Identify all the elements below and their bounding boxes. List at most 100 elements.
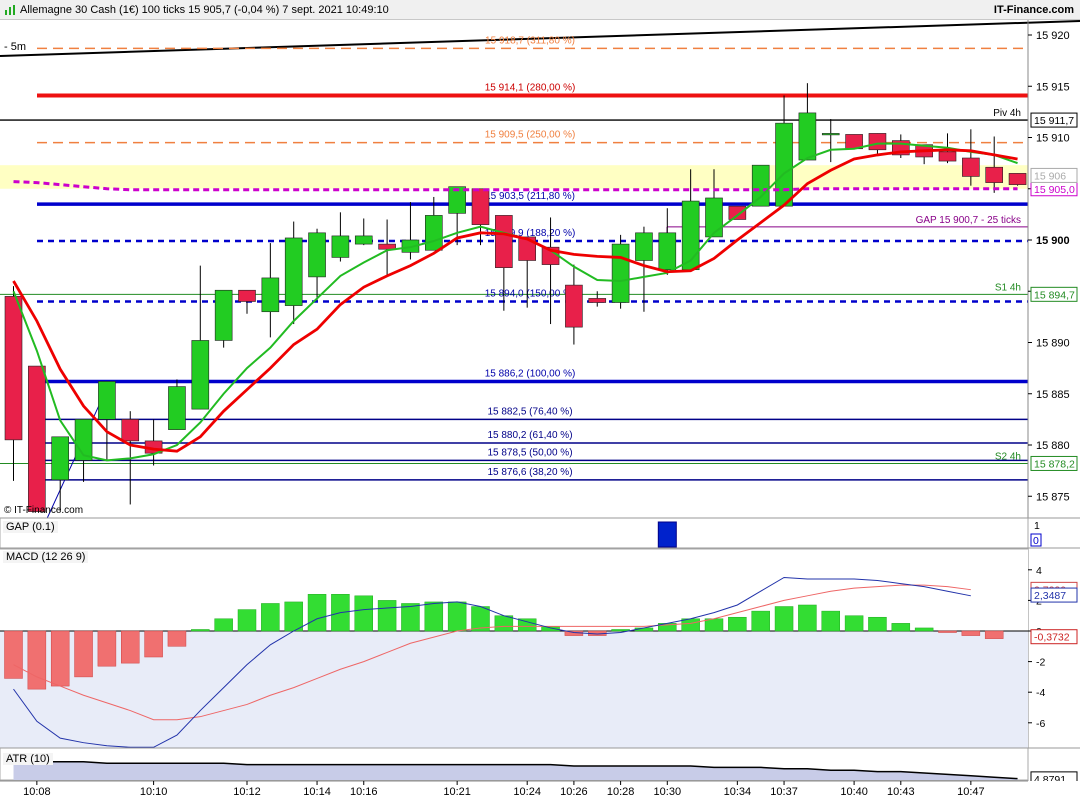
macd-histogram-bar	[401, 603, 420, 632]
toolbar-item-sma-9[interactable]: SMA (9)	[139, 21, 202, 38]
x-tick-label: 10:12	[233, 786, 261, 798]
y-tick-label: 15 905	[1036, 184, 1070, 196]
candle-body	[284, 237, 303, 306]
macd-histogram-bar	[4, 630, 23, 679]
candle-body	[448, 186, 466, 214]
macd-histogram-bar	[704, 618, 724, 632]
toolbar-item-vwap-journalier[interactable]: VWAP (Journalier)	[318, 21, 432, 38]
macd-histogram-bar	[634, 627, 654, 632]
macd-histogram-bar	[541, 626, 560, 632]
candle-body	[495, 215, 513, 268]
macd-value-label: 2,7220	[1034, 584, 1066, 596]
pivot-value-tag	[1030, 286, 1078, 302]
macd-histogram-bar	[961, 630, 981, 636]
fibo-level-label: 15 886,2 (100,00 %)	[485, 368, 576, 379]
y-tick-label: 15 880	[1036, 440, 1070, 452]
toolbar-item-sma-8[interactable]: SMA (8)	[77, 21, 140, 38]
bull-candle	[214, 289, 233, 348]
color-swatch-icon	[142, 25, 152, 34]
x-tick-label: 10:28	[607, 786, 635, 798]
candle-body	[728, 205, 747, 220]
candle-body	[1008, 173, 1027, 185]
pivot-label: S2 4h	[995, 451, 1021, 462]
gap-value-label: 0	[1033, 535, 1039, 547]
x-tick-label: 10:16	[350, 786, 378, 798]
gap-value-tag	[1030, 533, 1042, 547]
color-swatch-icon	[80, 25, 90, 34]
gap-panel-title[interactable]: GAP (0.1)	[3, 521, 58, 533]
candle-body	[845, 134, 863, 150]
bull-candle	[635, 226, 653, 312]
fibo-swing-line	[36, 381, 111, 541]
bull-candle	[74, 419, 93, 482]
macd-panel-title[interactable]: MACD (12 26 9)	[3, 551, 89, 563]
atr-pane	[0, 747, 1029, 781]
chart-title: Allemagne 30 Cash (1€) 100 ticks 15 905,…	[20, 4, 389, 16]
bear-candle	[471, 188, 490, 246]
bear-candle	[868, 133, 887, 156]
color-swatch-icon	[434, 25, 444, 34]
fibo-level-label: 15 870,7 (0,00 %)	[490, 527, 570, 538]
x-tick-label: 10:21	[443, 786, 471, 798]
macd-histogram-bar	[914, 627, 934, 632]
macd-pane	[0, 549, 1028, 748]
chart-logo-icon	[5, 5, 15, 15]
price-chart: Piv 4h S1 4h S2 4h GAP 15 900,7 - 25 ticks 1…	[0, 20, 1080, 800]
toolbar-item-label: SMA (9)	[155, 23, 196, 36]
toolbar-item-label: Zone d'Achat/Vente	[217, 23, 313, 36]
bear-candle	[238, 289, 256, 314]
bear-candle	[938, 133, 957, 164]
bear-candle	[28, 365, 46, 512]
fibo-level-label: 15 876,6 (38,20 %)	[487, 467, 572, 478]
macd-histogram-bar	[471, 606, 490, 632]
toolbar-item-heikin-ashi[interactable]: Heikin-Ashi	[0, 21, 78, 38]
atr-panel-title[interactable]: ATR (10)	[3, 753, 53, 765]
candle-body	[168, 386, 186, 430]
y-tick-label: 15 875	[1036, 491, 1070, 503]
pivot-value-label: 15 878,2	[1034, 458, 1075, 470]
x-tick-label: 10:34	[724, 786, 752, 798]
price-tag	[1030, 174, 1078, 190]
bull-candle	[611, 234, 630, 309]
macd-histogram-bar	[984, 630, 1004, 639]
x-tick-label: 10:37	[770, 786, 798, 798]
candle-body	[308, 232, 326, 278]
macd-histogram-bar	[681, 618, 700, 632]
macd-value-tag	[1030, 581, 1078, 597]
price-tag-label: 15 905,0	[1034, 184, 1075, 196]
candle-body	[751, 164, 770, 207]
y-tick-label: 15 910	[1036, 133, 1070, 145]
macd-histogram-bar	[214, 618, 233, 632]
macd-histogram-bar	[284, 601, 303, 632]
macd-histogram-bar	[121, 630, 140, 664]
price-tag	[1030, 181, 1078, 197]
candle-body	[565, 284, 583, 328]
bear-candle	[985, 136, 1004, 193]
bear-candle	[915, 144, 933, 165]
toolbar-item-points-pivots-4h[interactable]: Points pivots (4h)	[431, 21, 539, 38]
pivot-label: Piv 4h	[993, 108, 1021, 119]
x-tick-label: 10:14	[303, 786, 331, 798]
macd-y-tick-label: 0	[1036, 626, 1042, 638]
x-tick-label: 10:43	[887, 786, 915, 798]
macd-histogram-bar	[237, 609, 257, 632]
macd-value-label: 2,3487	[1034, 590, 1066, 602]
bull-candle	[658, 208, 677, 275]
candle-body	[915, 144, 933, 158]
copyright-label: © IT-Finance.com	[4, 505, 84, 516]
vwap-line	[13, 180, 1018, 192]
timeframe-label[interactable]: - 5m	[4, 41, 26, 53]
macd-histogram-bar	[144, 630, 163, 658]
candle-body	[98, 381, 116, 420]
bull-candle	[401, 202, 420, 260]
fibo-level-label: 15 903,5 (211,80 %)	[485, 191, 575, 202]
bull-candle	[191, 265, 210, 410]
bear-candle	[845, 134, 863, 150]
toolbar-item-label: VWAP (Journalier)	[334, 23, 426, 36]
toolbar-item-zone-d-achat-vente[interactable]: Zone d'Achat/Vente	[201, 21, 319, 38]
y-tick-label: 15 895	[1036, 286, 1070, 298]
y-tick-label: 15 920	[1036, 30, 1070, 42]
fibo-level-label: 15 899,9 (188,20 %)	[485, 228, 576, 239]
bear-candle	[518, 236, 537, 308]
macd-histogram-bar	[191, 629, 210, 632]
